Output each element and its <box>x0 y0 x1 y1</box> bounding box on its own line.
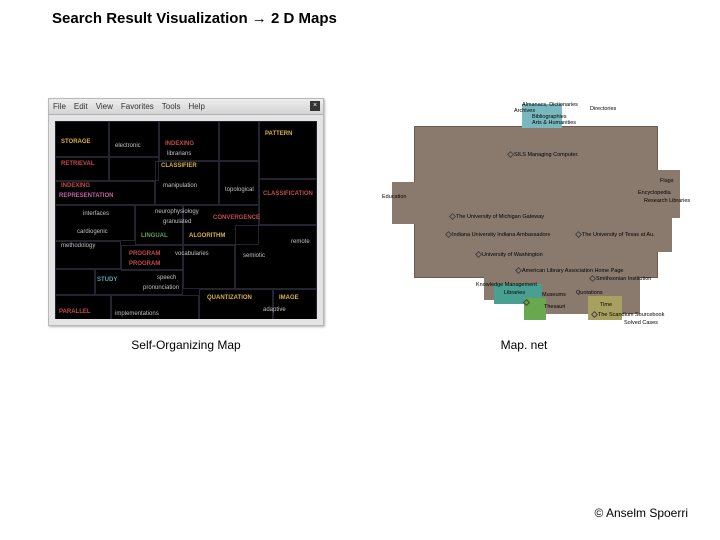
som-label: cardiogenic <box>77 229 108 235</box>
mapnet-label: Education <box>382 194 406 200</box>
mapnet-label: The Scandium Sourcebook <box>598 312 664 318</box>
som-label: implementations <box>115 311 159 317</box>
mapnet-label: Knowledge Management <box>476 282 537 288</box>
som-label: electronic <box>115 143 141 149</box>
mapnet-label: Museums <box>542 292 566 298</box>
som-cell <box>55 269 95 295</box>
menu-item[interactable]: File <box>53 102 66 111</box>
som-label: PATTERN <box>265 131 292 137</box>
som-label: QUANTIZATION <box>207 295 252 301</box>
mapnet-label: American Library Association Home Page <box>522 268 624 274</box>
region-right-tab2 <box>656 218 672 252</box>
mapnet-label: SILS Managing Computer. <box>514 152 579 158</box>
som-cell <box>259 179 317 225</box>
som-label: STUDY <box>97 277 117 283</box>
slide-title: Search Result Visualization → 2 D Maps <box>52 10 337 27</box>
menu-item[interactable]: Favorites <box>121 102 154 111</box>
som-label: remote <box>291 239 310 245</box>
som-label: methodology <box>61 243 95 249</box>
mapnet-label: University of Washington <box>482 252 543 258</box>
caption-left: Self-Organizing Map <box>131 338 240 352</box>
mapnet-label: The University of Texas at Au. <box>582 232 655 238</box>
mapnet-label: Thesauri <box>544 304 565 310</box>
mapnet-label: Solved Cases <box>624 320 658 326</box>
som-label: speech <box>157 275 176 281</box>
som-label: LINGUAL <box>141 233 168 239</box>
som-cell <box>219 121 259 161</box>
mapnet-label: Directories <box>590 106 616 112</box>
figures-row: File Edit View Favorites Tools Help × <box>48 98 688 352</box>
mapnet-label: The University of Michigan Gateway <box>456 214 544 220</box>
som-label: CONVERGENCE <box>213 215 260 221</box>
som-label: pronunciation <box>143 285 179 291</box>
som-cell <box>109 121 159 157</box>
som-cell <box>259 121 317 179</box>
som-label: CLASSIFIER <box>161 163 197 169</box>
caption-right: Map. net <box>501 338 548 352</box>
som-menubar: File Edit View Favorites Tools Help × <box>49 99 323 115</box>
som-label: granulated <box>163 219 191 225</box>
som-label: IMAGE <box>279 295 299 301</box>
mapnet-label: Flags <box>660 178 673 184</box>
som-label: manipulation <box>163 183 197 189</box>
mapnet-label: Indiana University Indiana Ambassadors <box>452 232 550 238</box>
menu-item[interactable]: View <box>96 102 113 111</box>
mapnet-label: Smithsonian Institution <box>596 276 651 282</box>
som-label: RETRIEVAL <box>61 161 95 167</box>
mapnet-label: Encyclopedia <box>638 190 671 196</box>
som-label: STORAGE <box>61 139 91 145</box>
som-label: PROGRAM <box>129 261 160 267</box>
som-label: CLASSIFICATION <box>263 191 313 197</box>
som-label: INDEXING <box>165 141 194 147</box>
som-window: File Edit View Favorites Tools Help × <box>48 98 324 326</box>
region-left-tab <box>392 182 416 224</box>
som-cell <box>121 245 183 271</box>
som-cell <box>199 289 273 319</box>
som-label: PARALLEL <box>59 309 91 315</box>
som-cell <box>55 295 111 319</box>
mapnet-label: Time <box>600 302 612 308</box>
som-label: semiotic <box>243 253 265 259</box>
title-suffix: 2 D Maps <box>271 10 337 27</box>
som-label: ALGORITHM <box>189 233 225 239</box>
figure-right: Almanacs, DictionariesArchivesBibliograp… <box>364 98 684 352</box>
som-cell <box>109 157 159 181</box>
mapnet-label: Quotations <box>576 290 603 296</box>
som-label: adaptive <box>263 307 286 313</box>
close-icon[interactable]: × <box>310 101 320 111</box>
copyright: © Anselm Spoerri <box>594 506 688 520</box>
menu-item[interactable]: Tools <box>162 102 181 111</box>
som-label: neurophysiology <box>155 209 199 215</box>
som-cell <box>273 289 317 319</box>
som-label: interfaces <box>83 211 109 217</box>
som-label: librarians <box>167 151 191 157</box>
mapnet-canvas: Almanacs, DictionariesArchivesBibliograp… <box>364 98 684 326</box>
menu-item[interactable]: Edit <box>74 102 88 111</box>
som-label: vocabularies <box>175 251 209 257</box>
title-prefix: Search Result Visualization <box>52 10 248 27</box>
som-label: INDEXING <box>61 183 90 189</box>
som-label: REPRESENTATION <box>59 193 113 199</box>
som-canvas: STORAGE electronic INDEXING PATTERN libraria… <box>55 121 317 319</box>
menu-item[interactable]: Help <box>188 102 204 111</box>
som-cell <box>219 161 259 205</box>
som-label: topological <box>225 187 254 193</box>
mapnet-label: Libraries <box>504 290 525 296</box>
mapnet-label: Arts & Humanities <box>532 120 576 126</box>
arrow-icon: → <box>252 10 267 27</box>
figure-left: File Edit View Favorites Tools Help × <box>48 98 324 352</box>
som-label: PROGRAM <box>129 251 160 257</box>
mapnet-label: Research Libraries <box>644 198 690 204</box>
